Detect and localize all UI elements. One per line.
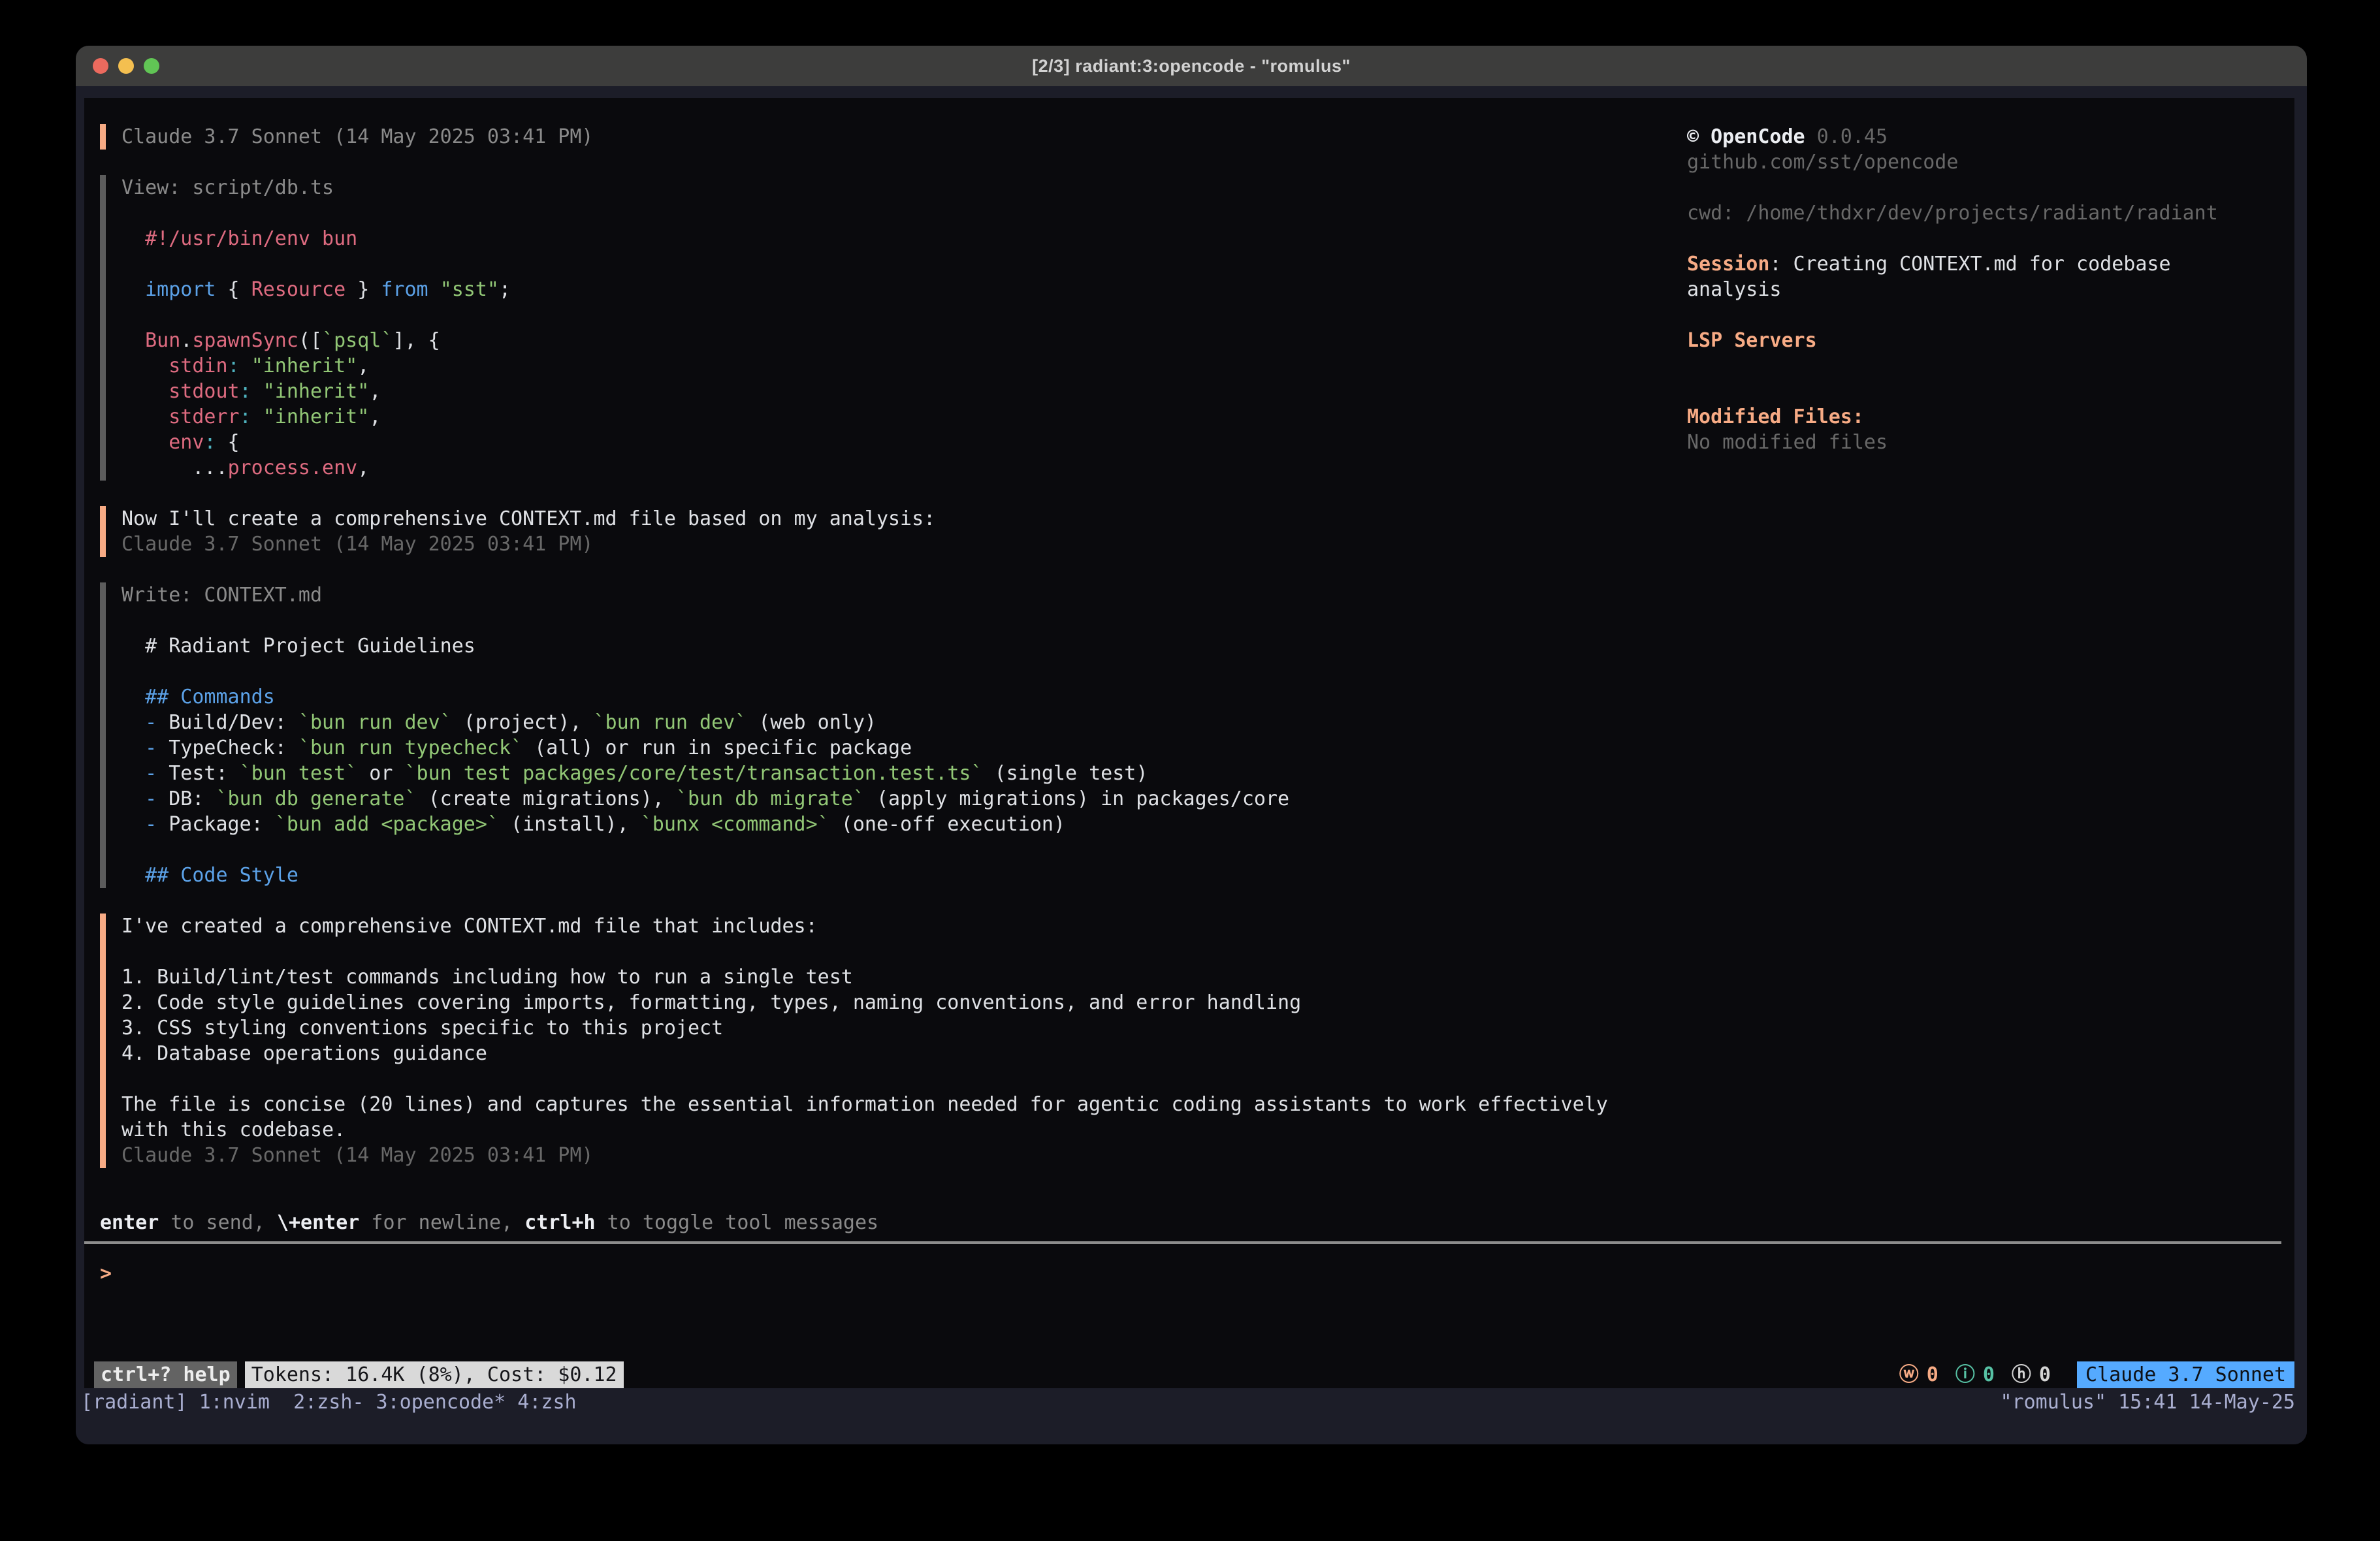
- terminal-line: - TypeCheck: `bun run typecheck` (all) o…: [121, 735, 1684, 761]
- zoom-button[interactable]: [144, 58, 159, 74]
- message-block: I've created a comprehensive CONTEXT.md …: [100, 913, 1684, 1168]
- tool-block: Write: CONTEXT.md # Radiant Project Guid…: [100, 582, 1684, 888]
- terminal-line: No modified files: [1687, 430, 2294, 455]
- warning-count-icon: ⓦ: [1899, 1361, 1919, 1388]
- terminal-line: [1687, 379, 2294, 404]
- status-bar-left: ctrl+? help Tokens: 16.4K (8%), Cost: $0…: [84, 1361, 624, 1388]
- message-block: Claude 3.7 Sonnet (14 May 2025 03:41 PM): [100, 124, 1684, 150]
- status-bar-right: ⓦ0ⓘ0ⓗ0 Claude 3.7 Sonnet: [1899, 1361, 2294, 1388]
- terminal-line: Claude 3.7 Sonnet (14 May 2025 03:41 PM): [121, 532, 1684, 557]
- close-button[interactable]: [93, 58, 108, 74]
- terminal-line: ## Commands: [121, 684, 1684, 710]
- diagnostics-counters: ⓦ0ⓘ0ⓗ0: [1899, 1361, 2051, 1388]
- diagnostic-counter: ⓦ0: [1899, 1361, 1938, 1388]
- terminal-line: Modified Files:: [1687, 404, 2294, 430]
- chat-area: Claude 3.7 Sonnet (14 May 2025 03:41 PM)…: [84, 98, 1684, 1168]
- terminal-line: View: script/db.ts: [121, 175, 1684, 200]
- terminal-line: [121, 200, 1684, 226]
- terminal-line: analysis: [1687, 277, 2294, 302]
- terminal-line: - DB: `bun db generate` (create migratio…: [121, 786, 1684, 812]
- diagnostic-count: 0: [1927, 1361, 1938, 1388]
- terminal-line: stdin: "inherit",: [121, 353, 1684, 379]
- terminal-line: - Build/Dev: `bun run dev` (project), `b…: [121, 710, 1684, 735]
- terminal-line: with this codebase.: [121, 1117, 1684, 1143]
- terminal-line: [121, 1066, 1684, 1092]
- minimize-button[interactable]: [118, 58, 134, 74]
- terminal-window: [2/3] radiant:3:opencode - "romulus" Cla…: [76, 46, 2307, 1444]
- block-gap: [100, 481, 1684, 506]
- window-title: [2/3] radiant:3:opencode - "romulus": [1032, 56, 1351, 76]
- terminal-line: env: {: [121, 430, 1684, 455]
- window-titlebar: [2/3] radiant:3:opencode - "romulus": [76, 46, 2307, 86]
- terminal-line: Claude 3.7 Sonnet (14 May 2025 03:41 PM): [121, 1143, 1684, 1168]
- terminal-line: import { Resource } from "sst";: [121, 277, 1684, 302]
- block-gap: [100, 888, 1684, 913]
- terminal-line: [121, 837, 1684, 863]
- message-block: Now I'll create a comprehensive CONTEXT.…: [100, 506, 1684, 557]
- terminal-line: 4. Database operations guidance: [121, 1041, 1684, 1066]
- diagnostic-count: 0: [2039, 1361, 2051, 1388]
- terminal-line: github.com/sst/opencode: [1687, 150, 2294, 175]
- terminal-line: [121, 939, 1684, 964]
- info-count-icon: ⓘ: [1955, 1361, 1975, 1388]
- terminal-line: Session: Creating CONTEXT.md for codebas…: [1687, 251, 2294, 277]
- terminal-line: [121, 608, 1684, 633]
- diagnostic-counter: ⓘ0: [1955, 1361, 1995, 1388]
- tool-block: View: script/db.ts #!/usr/bin/env bun im…: [100, 175, 1684, 481]
- hint-count-icon: ⓗ: [2012, 1361, 2031, 1388]
- prompt-symbol: >: [100, 1262, 112, 1285]
- status-bar: ctrl+? help Tokens: 16.4K (8%), Cost: $0…: [84, 1361, 2294, 1388]
- terminal-line: Claude 3.7 Sonnet (14 May 2025 03:41 PM): [121, 124, 1684, 150]
- terminal-line: Bun.spawnSync([`psql`], {: [121, 328, 1684, 353]
- tmux-session-windows[interactable]: [radiant] 1:nvim 2:zsh- 3:opencode* 4:zs…: [81, 1390, 577, 1416]
- input-area: enter to send, \+enter for newline, ctrl…: [84, 1210, 2281, 1286]
- input-divider: [84, 1241, 2281, 1244]
- diagnostic-counter: ⓗ0: [2012, 1361, 2051, 1388]
- block-gap: [100, 557, 1684, 582]
- help-shortcut-badge: ctrl+? help: [94, 1361, 237, 1388]
- tmux-host-clock: "romulus" 15:41 14-May-25: [2000, 1390, 2295, 1416]
- terminal-line: enter to send, \+enter for newline, ctrl…: [100, 1210, 2281, 1235]
- sidebar: © OpenCode 0.0.45github.com/sst/opencode…: [1687, 124, 2294, 455]
- terminal-line: 2. Code style guidelines covering import…: [121, 990, 1684, 1015]
- terminal-line: 3. CSS styling conventions specific to t…: [121, 1015, 1684, 1041]
- terminal-line: - Test: `bun test` or `bun test packages…: [121, 761, 1684, 786]
- block-gap: [100, 150, 1684, 175]
- model-badge: Claude 3.7 Sonnet: [2077, 1361, 2294, 1388]
- terminal-line: [121, 659, 1684, 684]
- terminal-line: ...process.env,: [121, 455, 1684, 481]
- terminal-line: The file is concise (20 lines) and captu…: [121, 1092, 1684, 1117]
- terminal-line: [121, 251, 1684, 277]
- traffic-lights: [93, 46, 159, 86]
- terminal-line: Write: CONTEXT.md: [121, 582, 1684, 608]
- terminal-line: © OpenCode 0.0.45: [1687, 124, 2294, 150]
- tokens-cost-badge: Tokens: 16.4K (8%), Cost: $0.12: [245, 1361, 624, 1388]
- terminal-line: stderr: "inherit",: [121, 404, 1684, 430]
- terminal-line: - Package: `bun add <package>` (install)…: [121, 812, 1684, 837]
- terminal-line: LSP Servers: [1687, 328, 2294, 353]
- terminal-line: [1687, 226, 2294, 251]
- tmux-status-line: [radiant] 1:nvim 2:zsh- 3:opencode* 4:zs…: [76, 1388, 2307, 1416]
- terminal-line: [1687, 175, 2294, 200]
- prompt-line[interactable]: >: [84, 1261, 2281, 1286]
- terminal-line: stdout: "inherit",: [121, 379, 1684, 404]
- terminal-line: 1. Build/lint/test commands including ho…: [121, 964, 1684, 990]
- terminal-line: # Radiant Project Guidelines: [121, 633, 1684, 659]
- terminal-screen: Claude 3.7 Sonnet (14 May 2025 03:41 PM)…: [84, 98, 2294, 1388]
- terminal-line: Now I'll create a comprehensive CONTEXT.…: [121, 506, 1684, 532]
- tmux-status-bar: [radiant] 1:nvim 2:zsh- 3:opencode* 4:zs…: [76, 1388, 2307, 1444]
- terminal-line: ## Code Style: [121, 863, 1684, 888]
- diagnostic-count: 0: [1983, 1361, 1995, 1388]
- terminal-line: [1687, 302, 2294, 328]
- keybind-hints: enter to send, \+enter for newline, ctrl…: [84, 1210, 2281, 1235]
- terminal-line: #!/usr/bin/env bun: [121, 226, 1684, 251]
- terminal-line: [1687, 353, 2294, 379]
- terminal-line: cwd: /home/thdxr/dev/projects/radiant/ra…: [1687, 200, 2294, 226]
- terminal-line: I've created a comprehensive CONTEXT.md …: [121, 913, 1684, 939]
- terminal-line: [121, 302, 1684, 328]
